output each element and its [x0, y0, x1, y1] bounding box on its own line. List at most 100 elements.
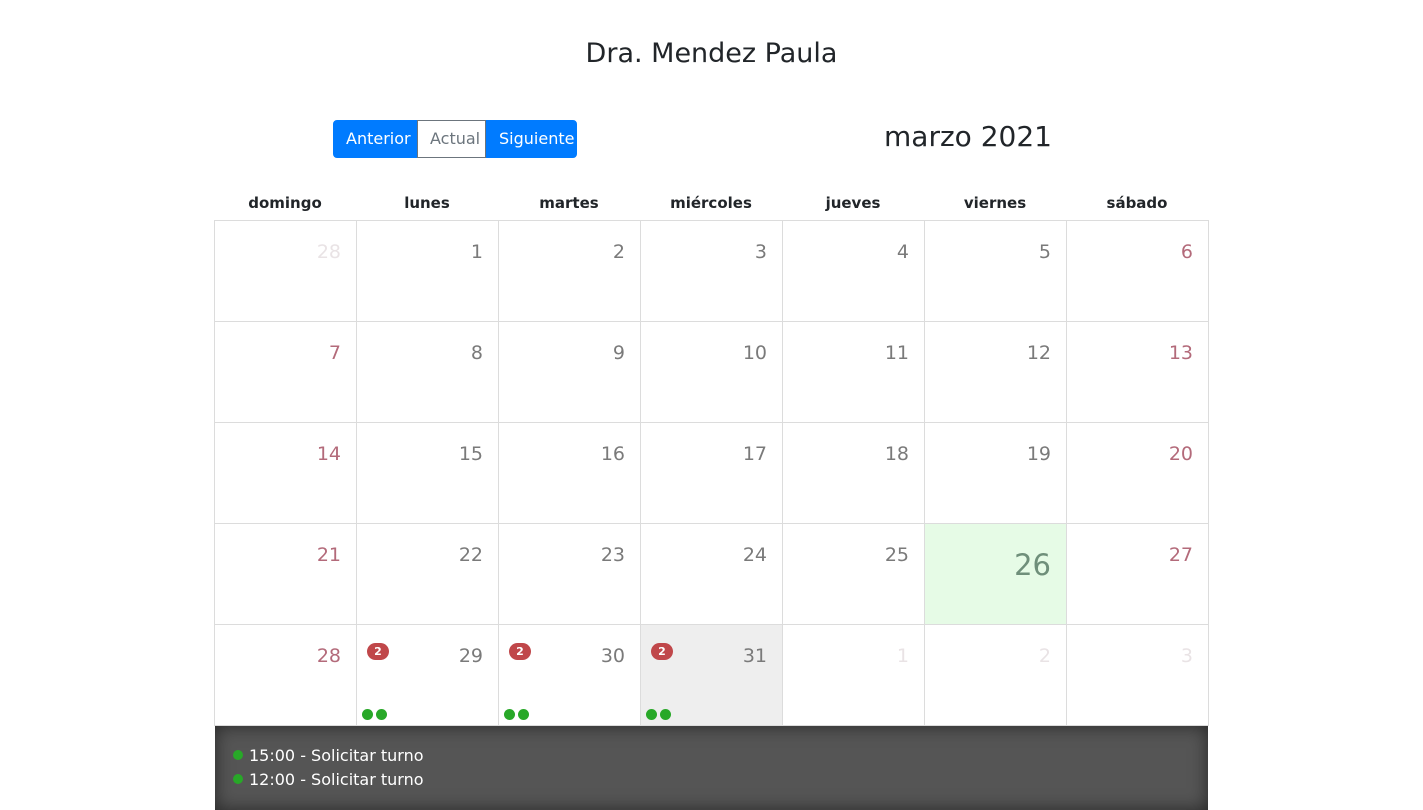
available-slot-dot-icon — [376, 709, 387, 720]
day-number: 18 — [884, 443, 909, 465]
day-number: 12 — [1026, 342, 1051, 364]
day-cell[interactable]: 1 — [783, 625, 925, 726]
doctor-name-title: Dra. Mendez Paula — [585, 38, 838, 69]
day-number: 8 — [470, 342, 483, 364]
day-cell[interactable]: 19 — [925, 423, 1067, 524]
day-cell[interactable]: 2 — [499, 221, 641, 322]
weekday-header-row: domingo lunes martes miércoles jueves viernes… — [214, 186, 1209, 220]
event-slot-item[interactable]: 15:00 - Solicitar turno — [215, 743, 1208, 767]
available-slot-dot-icon — [504, 709, 515, 720]
weekday-label: miércoles — [670, 194, 752, 212]
available-slot-dot-icon — [233, 774, 243, 784]
available-slot-dot-icon — [660, 709, 671, 720]
day-number: 6 — [1180, 241, 1193, 263]
week-row: 14 15 16 17 18 19 20 — [215, 423, 1209, 524]
day-cell[interactable]: 6 — [1067, 221, 1209, 322]
day-number: 22 — [458, 544, 483, 566]
day-cell[interactable]: 4 — [783, 221, 925, 322]
day-cell[interactable]: 11 — [783, 322, 925, 423]
day-number: 14 — [316, 443, 341, 465]
day-number: 24 — [742, 544, 767, 566]
day-cell[interactable]: 27 — [1067, 524, 1209, 625]
day-events-panel: 15:00 - Solicitar turno 12:00 - Solicitar… — [215, 726, 1208, 810]
day-number: 3 — [754, 241, 767, 263]
day-cell[interactable]: 3 — [1067, 625, 1209, 726]
day-cell[interactable]: 16 — [499, 423, 641, 524]
day-number: 3 — [1180, 645, 1193, 667]
day-cell[interactable]: 12 — [925, 322, 1067, 423]
day-number: 10 — [742, 342, 767, 364]
day-cell[interactable]: 2 — [925, 625, 1067, 726]
day-cell[interactable]: 1 — [357, 221, 499, 322]
day-cell[interactable]: 20 — [1067, 423, 1209, 524]
month-nav-group: Anterior Actual Siguiente — [333, 120, 577, 158]
weekday-label: domingo — [248, 194, 322, 212]
day-cell[interactable]: 28 — [215, 625, 357, 726]
appointment-count-badge: 2 — [651, 643, 673, 660]
day-cell[interactable]: 8 — [357, 322, 499, 423]
day-number: 15 — [458, 443, 483, 465]
calendar-grid: 28 1 2 3 4 5 6 7 8 9 10 11 12 13 14 15 16 17 18 19 20 21 22 23 2… — [214, 220, 1209, 726]
day-number: 11 — [884, 342, 909, 364]
day-number: 19 — [1026, 443, 1051, 465]
month-title: marzo 2021 — [884, 120, 1052, 153]
day-cell[interactable]: 26 — [925, 524, 1067, 625]
current-month-button[interactable]: Actual — [417, 120, 486, 158]
appointment-count-badge: 2 — [367, 643, 389, 660]
day-cell[interactable]: 15 — [357, 423, 499, 524]
day-cell[interactable]: 31 2 — [641, 625, 783, 726]
day-cell[interactable]: 21 — [215, 524, 357, 625]
day-number: 17 — [742, 443, 767, 465]
weekday-label: sábado — [1106, 194, 1168, 212]
day-number: 25 — [884, 544, 909, 566]
week-row: 28 29 2 30 2 31 2 1 2 3 — [215, 625, 1209, 726]
day-number: 16 — [600, 443, 625, 465]
day-number: 23 — [600, 544, 625, 566]
day-cell[interactable]: 18 — [783, 423, 925, 524]
day-cell[interactable]: 25 — [783, 524, 925, 625]
day-cell[interactable]: 28 — [215, 221, 357, 322]
day-cell[interactable]: 5 — [925, 221, 1067, 322]
available-slot-dots — [504, 709, 529, 720]
day-number: 7 — [328, 342, 341, 364]
day-number: 2 — [612, 241, 625, 263]
day-number: 29 — [458, 645, 483, 667]
next-month-button[interactable]: Siguiente — [486, 120, 577, 158]
available-slot-dots — [362, 709, 387, 720]
day-cell[interactable]: 13 — [1067, 322, 1209, 423]
available-slot-dots — [646, 709, 671, 720]
day-cell[interactable]: 29 2 — [357, 625, 499, 726]
available-slot-dot-icon — [518, 709, 529, 720]
weekday-label: lunes — [404, 194, 450, 212]
day-number: 2 — [1038, 645, 1051, 667]
day-number: 1 — [470, 241, 483, 263]
day-number: 9 — [612, 342, 625, 364]
day-number: 4 — [896, 241, 909, 263]
day-cell[interactable]: 17 — [641, 423, 783, 524]
day-number: 26 — [1014, 548, 1051, 582]
event-slot-label: 12:00 - Solicitar turno — [249, 769, 424, 789]
day-cell[interactable]: 22 — [357, 524, 499, 625]
available-slot-dot-icon — [646, 709, 657, 720]
day-cell[interactable]: 9 — [499, 322, 641, 423]
previous-month-button[interactable]: Anterior — [333, 120, 417, 158]
day-cell[interactable]: 14 — [215, 423, 357, 524]
day-cell[interactable]: 24 — [641, 524, 783, 625]
calendar: domingo lunes martes miércoles jueves viernes… — [214, 186, 1209, 726]
week-row: 28 1 2 3 4 5 6 — [215, 221, 1209, 322]
day-cell[interactable]: 10 — [641, 322, 783, 423]
day-number: 30 — [600, 645, 625, 667]
event-slot-label: 15:00 - Solicitar turno — [249, 745, 424, 765]
weekday-label: martes — [539, 194, 599, 212]
weekday-label: viernes — [963, 194, 1027, 212]
day-number: 13 — [1168, 342, 1193, 364]
day-number: 28 — [316, 645, 341, 667]
day-cell[interactable]: 3 — [641, 221, 783, 322]
calendar-page: Dra. Mendez Paula Anterior Actual Siguie… — [0, 0, 1423, 810]
available-slot-dot-icon — [233, 750, 243, 760]
day-cell[interactable]: 7 — [215, 322, 357, 423]
day-cell[interactable]: 23 — [499, 524, 641, 625]
day-cell[interactable]: 30 2 — [499, 625, 641, 726]
event-slot-item[interactable]: 12:00 - Solicitar turno — [215, 767, 1208, 791]
week-row: 7 8 9 10 11 12 13 — [215, 322, 1209, 423]
